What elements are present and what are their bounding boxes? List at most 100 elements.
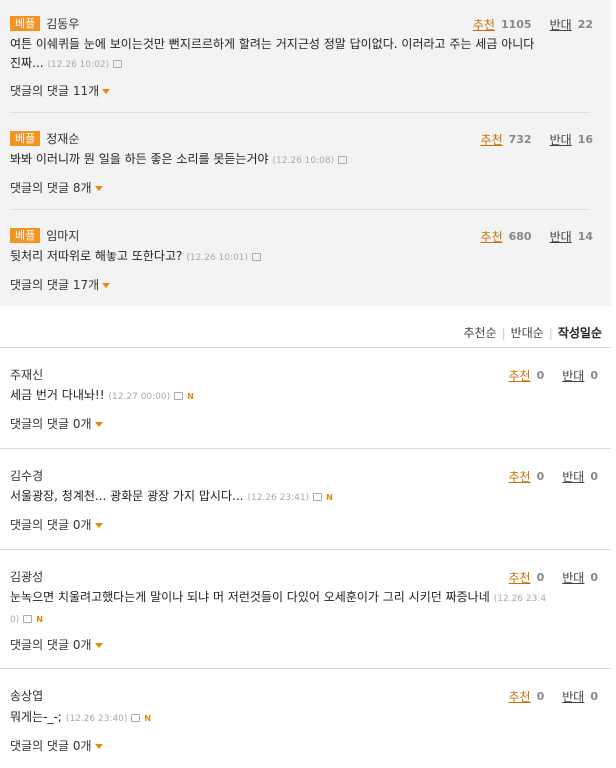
vote-area: 추천 0 반대 0 bbox=[509, 468, 599, 485]
oppose-count: 22 bbox=[577, 18, 593, 31]
caret-down-icon bbox=[102, 283, 111, 288]
replies-toggle[interactable]: 댓글의 댓글 0개 bbox=[10, 516, 103, 533]
oppose-button[interactable]: 반대 bbox=[562, 569, 584, 586]
oppose-button[interactable]: 반대 bbox=[562, 468, 584, 485]
oppose-count: 16 bbox=[577, 133, 593, 146]
oppose-count: 0 bbox=[590, 690, 598, 703]
best-comment-header: 베플 정재순 bbox=[10, 130, 79, 147]
author-name[interactable]: 김수경 bbox=[10, 467, 43, 484]
new-badge: N bbox=[36, 615, 43, 624]
replies-label: 댓글의 댓글 8개 bbox=[10, 181, 92, 195]
replies-label: 댓글의 댓글 17개 bbox=[10, 278, 100, 292]
author-name[interactable]: 임마지 bbox=[46, 227, 79, 244]
sort-divider: | bbox=[548, 325, 553, 340]
comment-timestamp: (12.26 23:4 bbox=[493, 594, 547, 604]
recommend-count: 680 bbox=[508, 230, 532, 243]
replies-label: 댓글의 댓글 0개 bbox=[10, 417, 92, 431]
best-badge: 베플 bbox=[10, 131, 41, 146]
author-name[interactable]: 김동우 bbox=[46, 15, 79, 32]
recommend-button[interactable]: 추천 bbox=[509, 688, 531, 705]
replies-toggle[interactable]: 댓글의 댓글 17개 bbox=[10, 276, 111, 293]
comment-header: 송상엽 bbox=[10, 687, 43, 704]
recommend-count: 0 bbox=[536, 571, 545, 584]
lock-icon bbox=[131, 714, 141, 722]
lock-icon bbox=[23, 615, 33, 623]
oppose-button[interactable]: 반대 bbox=[550, 16, 572, 33]
vote-area: 추천 0 반대 0 bbox=[509, 367, 599, 384]
sort-divider: | bbox=[501, 325, 506, 340]
recommend-button[interactable]: 추천 bbox=[481, 131, 503, 148]
best-comment-header: 베플 김동우 bbox=[10, 15, 79, 32]
comment-text-line: 눈녹으면 치울려고했다는게 말이나 되냐 머 저런것들이 다있어 오세훈이가 그… bbox=[10, 590, 490, 604]
comment-text-line: 봐봐 이러니까 뭔 일을 하든 좋은 소리를 못듣는거야 bbox=[10, 152, 269, 166]
new-badge: N bbox=[326, 493, 333, 502]
comment-header: 주재신 bbox=[10, 366, 43, 383]
vote-area: 추천 0 반대 0 bbox=[509, 688, 599, 705]
author-name[interactable]: 정재순 bbox=[46, 130, 79, 147]
lock-icon bbox=[174, 392, 184, 400]
replies-toggle[interactable]: 댓글의 댓글 8개 bbox=[10, 179, 103, 196]
divider bbox=[0, 668, 611, 669]
recommend-button[interactable]: 추천 bbox=[481, 228, 503, 245]
recommend-count: 0 bbox=[536, 470, 545, 483]
comment-timestamp: (12.27 00:00) bbox=[108, 392, 171, 402]
caret-down-icon bbox=[94, 186, 103, 191]
recommend-count: 1105 bbox=[500, 18, 532, 31]
caret-down-icon bbox=[94, 523, 103, 528]
recommend-count: 0 bbox=[536, 690, 545, 703]
best-comment-header: 베플 임마지 bbox=[10, 227, 79, 244]
oppose-count: 0 bbox=[590, 369, 598, 382]
comment-timestamp: (12.26 10:02) bbox=[47, 60, 110, 70]
comment-text-line: 뭐게는-_-; bbox=[10, 710, 62, 724]
recommend-button[interactable]: 추천 bbox=[509, 569, 531, 586]
author-name[interactable]: 송상엽 bbox=[10, 687, 43, 704]
oppose-button[interactable]: 반대 bbox=[550, 131, 572, 148]
sort-by-oppose[interactable]: 반대순 bbox=[511, 324, 544, 341]
caret-down-icon bbox=[94, 643, 103, 648]
recommend-button[interactable]: 추천 bbox=[473, 16, 495, 33]
oppose-count: 0 bbox=[590, 470, 598, 483]
comment-header: 김광성 bbox=[10, 568, 43, 585]
comment-text-line: 서울광장, 청계천... 광화문 광장 가지 맙시다... bbox=[10, 489, 244, 503]
recommend-button[interactable]: 추천 bbox=[509, 367, 531, 384]
author-name[interactable]: 김광성 bbox=[10, 568, 43, 585]
comment-timestamp: (12.26 23:41) bbox=[247, 493, 310, 503]
sort-by-recommend[interactable]: 추천순 bbox=[463, 324, 496, 341]
best-badge: 베플 bbox=[10, 228, 41, 243]
divider bbox=[0, 448, 611, 449]
replies-label: 댓글의 댓글 0개 bbox=[10, 739, 92, 753]
caret-down-icon bbox=[102, 89, 111, 94]
recommend-count: 0 bbox=[536, 369, 545, 382]
sort-by-date[interactable]: 작성일순 bbox=[558, 324, 602, 341]
new-badge: N bbox=[187, 392, 194, 401]
oppose-button[interactable]: 반대 bbox=[562, 688, 584, 705]
lock-icon bbox=[313, 493, 323, 501]
divider bbox=[0, 347, 611, 348]
caret-down-icon bbox=[94, 422, 103, 427]
comment-text: 봐봐 이러니까 뭔 일을 하든 좋은 소리를 못듣는거야 (12.26 10:08… bbox=[10, 150, 601, 171]
comment-text-line: 진짜... bbox=[10, 56, 44, 70]
oppose-button[interactable]: 반대 bbox=[562, 367, 584, 384]
replies-toggle[interactable]: 댓글의 댓글 0개 bbox=[10, 737, 103, 754]
divider bbox=[10, 209, 590, 210]
comment-text-line: 여튼 이쉐퀴들 눈에 보이는것만 뻔지르르하게 할려는 거지근성 정말 답이없다… bbox=[10, 37, 535, 51]
comment-text: 서울광장, 청계천... 광화문 광장 가지 맙시다... (12.26 23:4… bbox=[10, 487, 606, 508]
oppose-count: 14 bbox=[577, 230, 593, 243]
recommend-count: 732 bbox=[508, 133, 532, 146]
recommend-button[interactable]: 추천 bbox=[509, 468, 531, 485]
comment-timestamp: (12.26 10:01) bbox=[186, 253, 248, 263]
comment-text-line: 세금 번거 다내놔!! bbox=[10, 388, 105, 402]
replies-toggle[interactable]: 댓글의 댓글 11개 bbox=[10, 82, 111, 99]
replies-toggle[interactable]: 댓글의 댓글 0개 bbox=[10, 415, 103, 432]
author-name[interactable]: 주재신 bbox=[10, 366, 43, 383]
best-badge: 베플 bbox=[10, 16, 41, 31]
new-badge: N bbox=[144, 714, 152, 723]
comment-text: 여튼 이쉐퀴들 눈에 보이는것만 뻔지르르하게 할려는 거지근성 정말 답이없다… bbox=[10, 35, 601, 75]
vote-area: 추천 0 반대 0 bbox=[509, 569, 599, 586]
comment-text: 세금 번거 다내놔!! (12.27 00:00) N bbox=[10, 386, 606, 407]
comment-text: 뭐게는-_-; (12.26 23:40) N bbox=[10, 708, 606, 729]
replies-toggle[interactable]: 댓글의 댓글 0개 bbox=[10, 636, 103, 653]
oppose-button[interactable]: 반대 bbox=[550, 228, 572, 245]
lock-icon bbox=[251, 253, 261, 261]
lock-icon bbox=[113, 60, 123, 68]
